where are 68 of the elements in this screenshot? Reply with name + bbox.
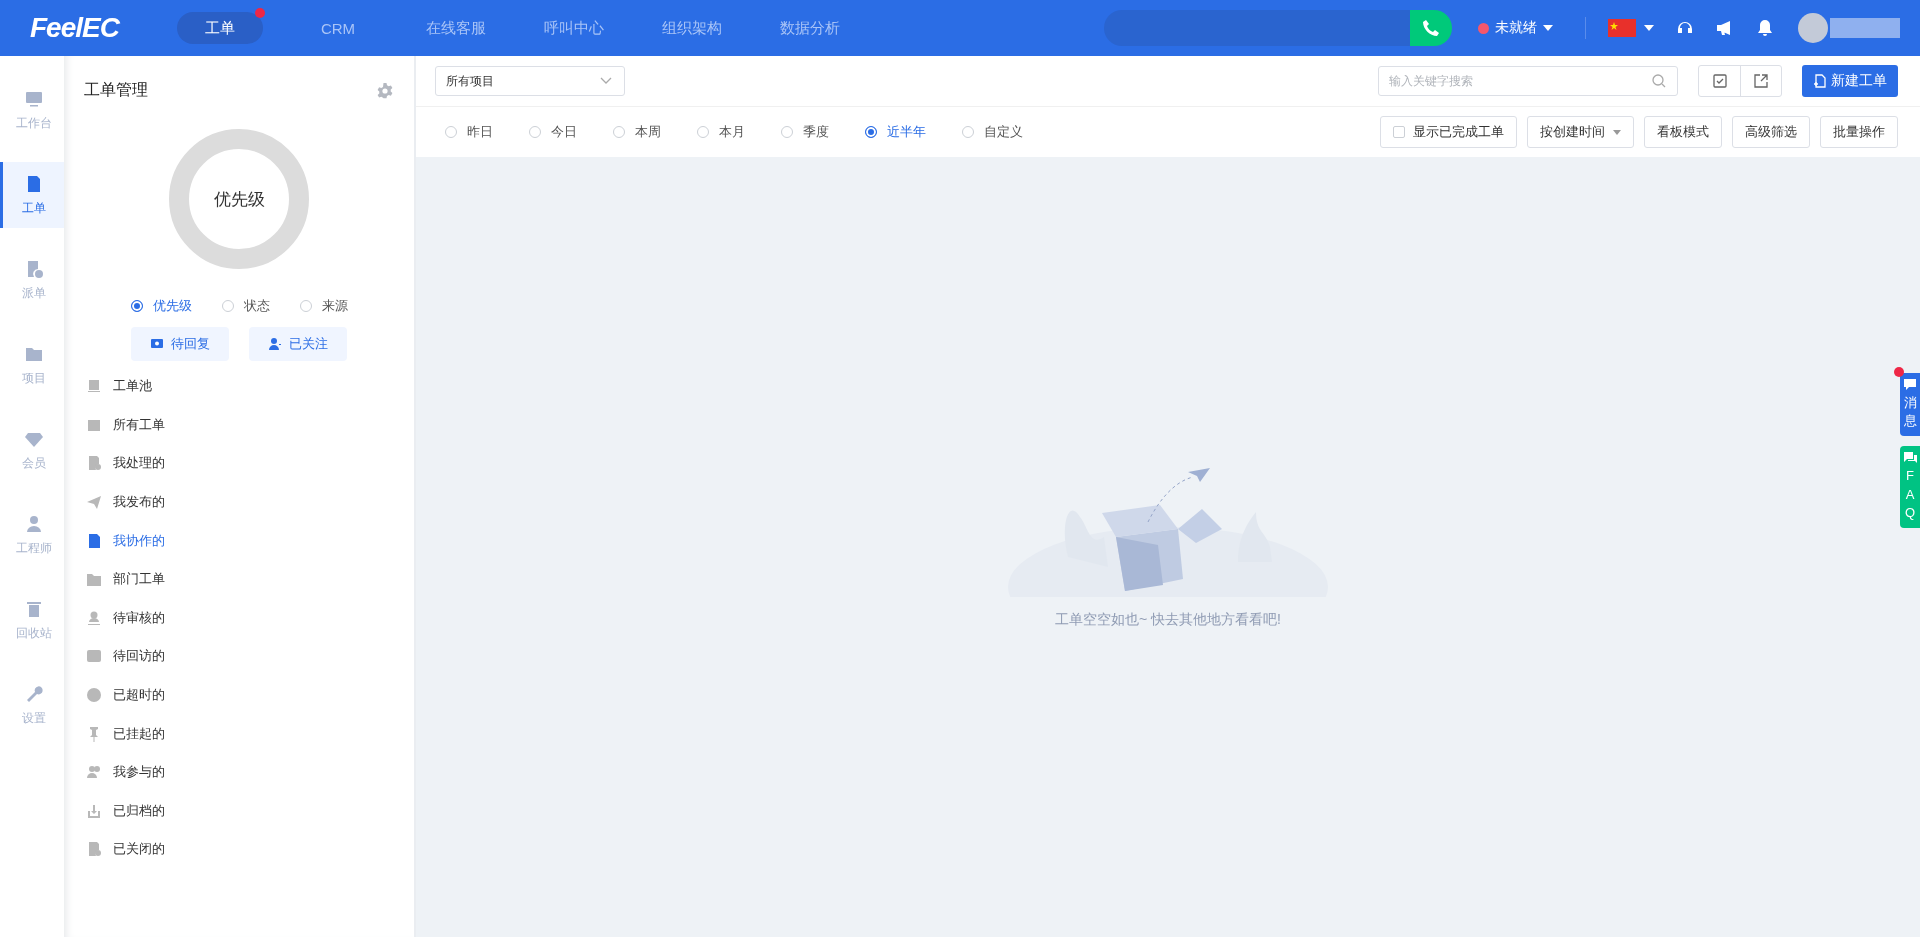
empty-message: 工单空空如也~ 快去其他地方看看吧! — [1055, 611, 1281, 629]
sort-dropdown[interactable]: 按创建时间 — [1527, 116, 1634, 148]
people-icon — [86, 764, 102, 781]
date-filter-radio[interactable]: 今日 — [529, 123, 577, 141]
download-tray-icon — [86, 802, 102, 819]
ticket-category-item[interactable]: 待回访的 — [86, 637, 165, 676]
ticket-category-item[interactable]: 待审核的 — [86, 598, 165, 638]
bell-icon[interactable] — [1756, 19, 1774, 37]
ticket-category-item[interactable]: 已超时的 — [86, 675, 165, 715]
ticket-category-item[interactable]: 我协作的 — [86, 521, 165, 560]
phone-icon — [1421, 18, 1441, 38]
chat-bubble-icon — [1904, 379, 1916, 390]
new-ticket-button[interactable]: 新建工单 — [1802, 65, 1898, 97]
ticket-category-item[interactable]: 已归档的 — [86, 791, 165, 831]
chevron-down-icon — [600, 77, 612, 85]
checkbox-icon — [1712, 74, 1727, 88]
ticket-category-item[interactable]: 已挂起的 — [86, 714, 165, 753]
ticket-category-item[interactable]: 我参与的 — [86, 752, 165, 792]
person-icon — [268, 338, 281, 350]
caret-icon — [1644, 25, 1654, 31]
ticket-category-item[interactable]: 所有工单 — [86, 405, 165, 445]
side-tab[interactable]: 消息 — [1900, 373, 1920, 437]
chat-bubbles-icon — [1903, 452, 1917, 464]
ticket-category-item[interactable]: 部门工单 — [86, 559, 165, 599]
rail-nav-item[interactable]: 工单 — [0, 162, 64, 228]
show-completed-checkbox[interactable]: 显示已完成工单 — [1380, 116, 1517, 148]
caret-icon — [1543, 25, 1553, 31]
group-by-radio[interactable]: 来源 — [299, 297, 348, 315]
ticket-category-item[interactable]: 工单池 — [86, 367, 152, 406]
blurred-username — [1830, 18, 1900, 38]
document-plus-icon — [1813, 74, 1827, 88]
date-filter-radio[interactable]: 本月 — [697, 123, 745, 141]
tray-icon — [86, 378, 102, 395]
date-filter-radio[interactable]: 本周 — [613, 123, 661, 141]
logo: FeelEC — [30, 12, 121, 44]
quick-filter-button[interactable]: 已关注 — [249, 327, 347, 361]
phone-number-field[interactable] — [1104, 10, 1410, 46]
rounded-square-icon — [86, 648, 102, 665]
date-filter-radio[interactable]: 近半年 — [865, 123, 926, 141]
toolbar-button[interactable]: 看板模式 — [1644, 116, 1722, 148]
circle-icon — [86, 687, 102, 704]
date-filter-radio[interactable]: 昨日 — [445, 123, 493, 141]
donut-label: 优先级 — [213, 188, 265, 211]
call-button[interactable] — [1410, 10, 1452, 46]
panel-title: 工单管理 — [84, 80, 148, 100]
date-filter-radio[interactable]: 自定义 — [962, 123, 1023, 141]
user-avatar[interactable] — [1798, 13, 1828, 43]
folder-person-icon — [86, 571, 102, 588]
group-by-radio[interactable]: 状态 — [221, 297, 270, 315]
group-by-radio[interactable]: 优先级 — [130, 297, 192, 315]
search-field[interactable]: 输入关键字搜索 — [1378, 66, 1678, 96]
flag-icon — [1608, 19, 1636, 37]
toolbar-button[interactable]: 高级筛选 — [1732, 116, 1810, 148]
search-icon — [1652, 74, 1666, 88]
project-select[interactable]: 所有项目 — [435, 66, 625, 96]
person-icon — [86, 609, 102, 626]
ticket-category-item[interactable]: 我发布的 — [86, 482, 165, 522]
toolbar-button[interactable]: 批量操作 — [1820, 116, 1898, 148]
language-dropdown[interactable] — [1608, 19, 1654, 37]
ticket-category-item[interactable]: 我处理的 — [86, 444, 165, 483]
ticket-category-item[interactable]: 已关闭的 — [86, 830, 165, 869]
date-filter-radio[interactable]: 季度 — [781, 123, 829, 141]
external-link-icon — [1754, 74, 1768, 88]
document-icon — [86, 532, 102, 549]
quick-filter-button[interactable]: 待回复 — [131, 327, 229, 361]
agent-status-dropdown[interactable]: 未就绪 — [1478, 19, 1553, 37]
paper-plane-icon — [86, 494, 102, 511]
caret-icon — [1613, 129, 1621, 135]
